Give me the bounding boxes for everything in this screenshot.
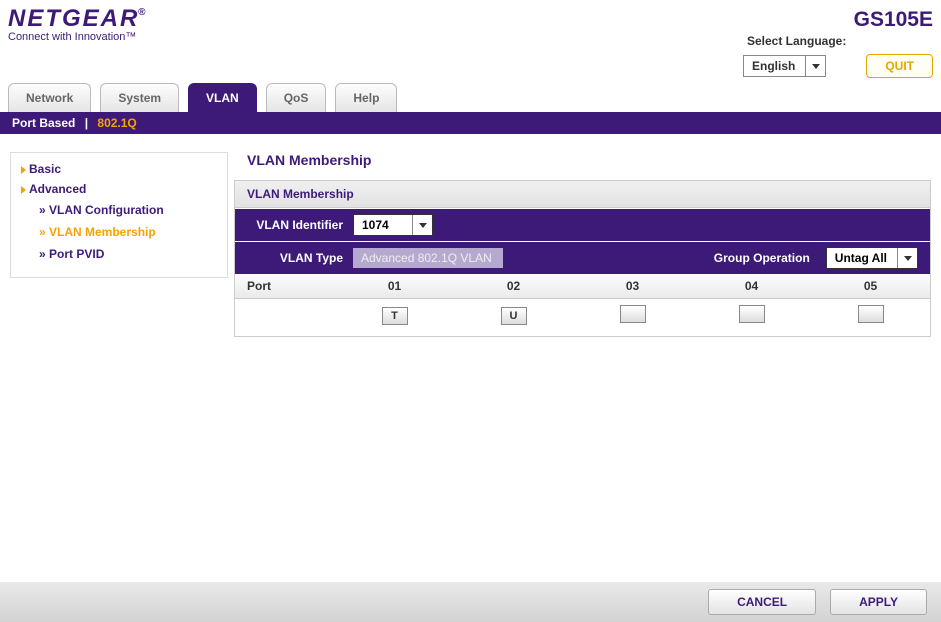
chevron-down-icon xyxy=(897,248,917,268)
language-select[interactable]: English xyxy=(743,55,826,77)
subtab-8021q[interactable]: 802.1Q xyxy=(97,116,136,130)
vlan-id-select[interactable]: 1074 xyxy=(353,214,433,236)
model-label: GS105E xyxy=(854,8,933,32)
vlan-membership-panel: VLAN Membership VLAN Identifier 1074 VLA… xyxy=(234,180,931,337)
sidebar-item-basic[interactable]: Basic xyxy=(21,159,217,179)
port-state-02[interactable]: U xyxy=(501,307,527,325)
vlan-id-label: VLAN Identifier xyxy=(247,218,343,232)
cancel-button[interactable]: CANCEL xyxy=(708,589,816,615)
port-state-04[interactable] xyxy=(739,305,765,323)
sidebar-item-vlan-membership[interactable]: VLAN Membership xyxy=(21,221,217,243)
vlan-type-label: VLAN Type xyxy=(247,251,343,265)
chevron-down-icon xyxy=(412,215,432,235)
sidebar-item-port-pvid[interactable]: Port PVID xyxy=(21,243,217,265)
language-label: Select Language: xyxy=(747,34,846,48)
port-state-01[interactable]: T xyxy=(382,307,408,325)
subtab-bar: Port Based | 802.1Q xyxy=(0,112,941,134)
subtab-port-based[interactable]: Port Based xyxy=(12,116,75,130)
tab-help[interactable]: Help xyxy=(335,83,397,112)
vlan-type-value: Advanced 802.1Q VLAN xyxy=(353,248,503,268)
port-table: Port0102030405 T U xyxy=(235,274,930,336)
group-op-select[interactable]: Untag All xyxy=(826,247,918,269)
port-col-05: 05 xyxy=(811,274,930,299)
sidebar: Basic Advanced VLAN Configuration VLAN M… xyxy=(10,152,228,278)
port-col-02: 02 xyxy=(454,274,573,299)
tab-vlan[interactable]: VLAN xyxy=(188,83,257,112)
port-state-03[interactable] xyxy=(620,305,646,323)
chevron-down-icon xyxy=(805,56,825,76)
port-col-01: 01 xyxy=(335,274,454,299)
port-col-03: 03 xyxy=(573,274,692,299)
sidebar-item-advanced[interactable]: Advanced xyxy=(21,179,217,199)
tab-system[interactable]: System xyxy=(100,83,179,112)
port-col-04: 04 xyxy=(692,274,811,299)
sidebar-item-vlan-configuration[interactable]: VLAN Configuration xyxy=(21,199,217,221)
tab-network[interactable]: Network xyxy=(8,83,91,112)
page-title: VLAN Membership xyxy=(234,152,931,168)
panel-title: VLAN Membership xyxy=(235,181,930,208)
brand-logo: NETGEAR® xyxy=(8,5,139,33)
tab-qos[interactable]: QoS xyxy=(266,83,327,112)
port-state-05[interactable] xyxy=(858,305,884,323)
apply-button[interactable]: APPLY xyxy=(830,589,927,615)
quit-button[interactable]: QUIT xyxy=(866,54,933,78)
group-op-label: Group Operation xyxy=(714,251,810,265)
port-header: Port xyxy=(235,274,335,299)
